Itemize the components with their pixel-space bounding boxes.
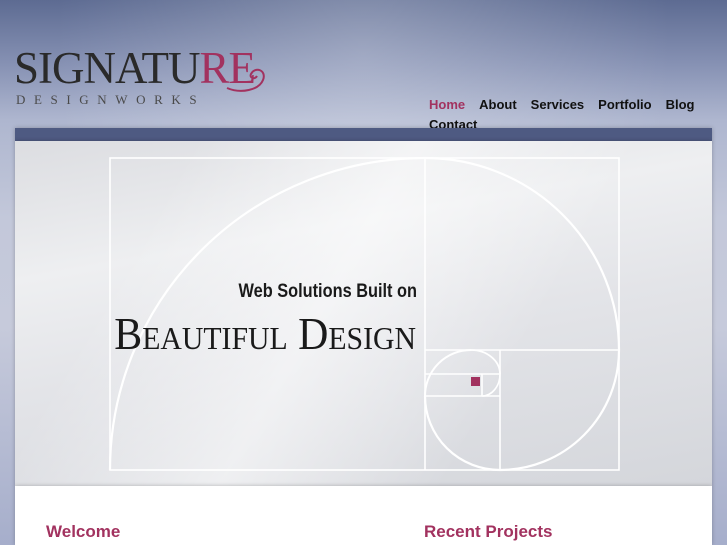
nav-blog[interactable]: Blog	[666, 98, 695, 112]
spiral-arc-4	[423, 395, 501, 472]
nav-portfolio[interactable]: Portfolio	[598, 98, 651, 112]
spiral-accent-square	[471, 377, 480, 386]
spiral-arc-3	[499, 349, 621, 472]
hero-tagline-line1: Web Solutions Built on	[238, 281, 417, 302]
recent-projects-heading: Recent Projects	[424, 522, 553, 541]
welcome-heading: Welcome	[46, 522, 121, 541]
site-logo[interactable]: SIGNATURE DESIGNWORKS	[14, 44, 284, 114]
spiral-arc-2	[424, 156, 621, 351]
logo-tagline: DESIGNWORKS	[16, 92, 206, 107]
content-area: Welcome Recent Projects	[15, 486, 712, 545]
nav-about[interactable]: About	[479, 98, 517, 112]
nav-home[interactable]: Home	[429, 98, 465, 112]
spiral-arc-6	[470, 349, 501, 375]
spiral-arc-5	[424, 349, 472, 397]
hero-tagline-line2: Beautiful Design	[114, 309, 417, 359]
spiral-arc-7	[481, 373, 501, 397]
content-top-bar	[15, 128, 712, 141]
hero-banner: Web Solutions Built on Beautiful Design	[15, 141, 712, 486]
nav-services[interactable]: Services	[531, 98, 585, 112]
logo-swash-icon	[226, 68, 265, 92]
